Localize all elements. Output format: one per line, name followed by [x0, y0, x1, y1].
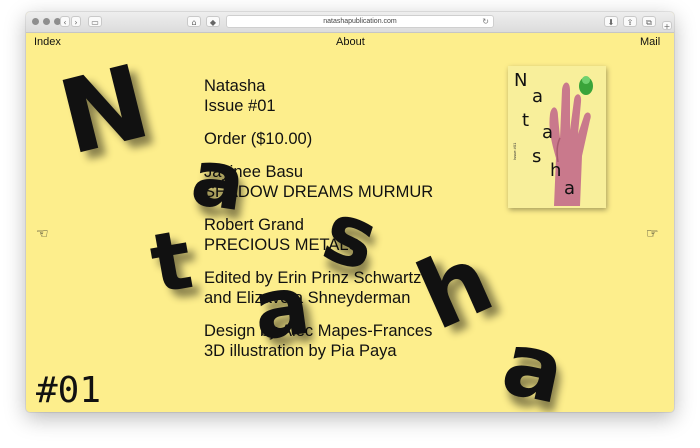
floating-letter: a	[494, 310, 574, 412]
window-controls	[32, 18, 61, 25]
download-icon[interactable]: ⬇	[604, 16, 618, 27]
home-icon[interactable]: ⌂	[187, 16, 201, 27]
floating-letter: a	[247, 257, 316, 360]
sidebar-icon[interactable]: ▭	[88, 16, 102, 27]
cover-letter: N	[514, 70, 528, 91]
issue-label: Issue #01	[204, 97, 276, 115]
page-content: Index About Mail N a t a s h a Issue #01…	[26, 32, 674, 412]
cover-letter: t	[522, 110, 530, 131]
cover-letter: a	[532, 86, 544, 107]
cover-letter: h	[550, 160, 562, 181]
close-window-button[interactable]	[32, 18, 39, 25]
address-bar[interactable]: natashapublication.com ↻	[226, 15, 494, 28]
floating-letter: t	[143, 212, 200, 313]
cover-letter: a	[564, 178, 576, 199]
browser-window: ‹ › ▭ ⌂ ◆ natashapublication.com ↻ ⬇ ⇪ ⧉…	[26, 12, 674, 412]
issue-number: #01	[36, 370, 102, 411]
floating-letter: a	[185, 132, 251, 230]
cover-letter: a	[542, 122, 554, 143]
url-text: natashapublication.com	[323, 18, 397, 25]
nav-index-link[interactable]: Index	[34, 36, 61, 48]
cover-issue-label: Issue #01	[512, 142, 517, 160]
author-name: Jayinee Basu	[204, 163, 304, 181]
nav-about-link[interactable]: About	[336, 36, 365, 48]
next-hand-icon[interactable]: ☞	[646, 226, 659, 242]
magazine-cover-image[interactable]: N a t a s h a Issue #01	[508, 66, 606, 208]
previous-hand-icon[interactable]: ☜	[36, 226, 49, 242]
shield-icon[interactable]: ◆	[206, 16, 220, 27]
forward-icon[interactable]: ›	[71, 16, 81, 27]
floating-letter: N	[48, 42, 161, 179]
new-tab-icon[interactable]: +	[662, 21, 672, 31]
minimize-window-button[interactable]	[43, 18, 50, 25]
reload-icon[interactable]: ↻	[482, 16, 489, 28]
share-icon[interactable]: ⇪	[623, 16, 637, 27]
nav-mail-link[interactable]: Mail	[640, 36, 660, 48]
browser-toolbar: ‹ › ▭ ⌂ ◆ natashapublication.com ↻ ⬇ ⇪ ⧉…	[26, 12, 674, 33]
cover-letter: s	[532, 146, 542, 167]
tabs-icon[interactable]: ⧉	[642, 16, 656, 27]
back-icon[interactable]: ‹	[60, 16, 70, 27]
publication-title: Natasha	[204, 77, 266, 95]
